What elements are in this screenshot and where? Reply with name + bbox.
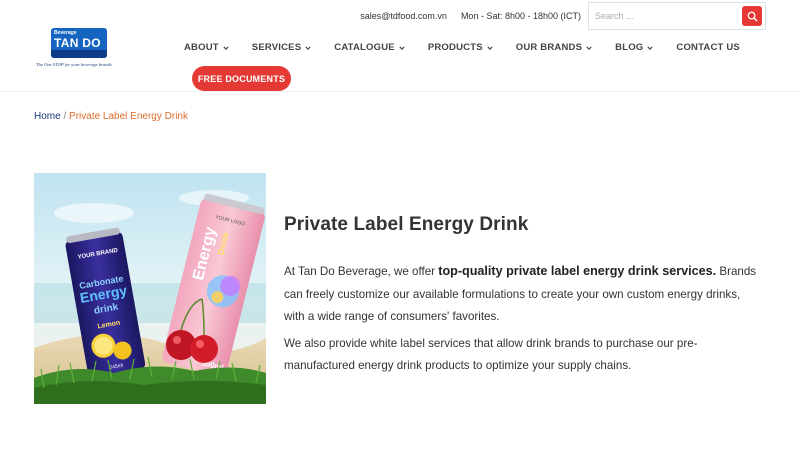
nav-item-about[interactable]: ABOUT [184, 42, 229, 53]
nav-label: ABOUT [184, 42, 219, 53]
nav-item-our-brands[interactable]: OUR BRANDS [516, 42, 592, 53]
nav-label: SERVICES [251, 42, 302, 53]
intro-highlight: top-quality private label energy drink s… [438, 264, 717, 278]
nav-item-contact-us[interactable]: CONTACT US [676, 42, 740, 53]
product-illustration: YOUR BRAND Carbonate Energy drink Lemon … [34, 173, 266, 404]
nav-label: CATALOGUE [334, 42, 395, 53]
nav-label: PRODUCTS [427, 42, 483, 53]
nav-label: OUR BRANDS [515, 42, 583, 53]
nav-label: CONTACT US [676, 42, 740, 53]
search-box [588, 2, 766, 30]
main-nav: ABOUT SERVICES CATALOGUE PRODUCTS OUR BR… [184, 42, 740, 53]
chevron-down-icon [399, 45, 405, 50]
breadcrumb-separator: / [60, 111, 70, 122]
nav-item-services[interactable]: SERVICES [252, 42, 311, 53]
white-label-paragraph: We also provide white label services tha… [284, 336, 698, 373]
contact-email[interactable]: sales@tdfood.com.vn [360, 11, 447, 21]
chevron-down-icon [487, 45, 493, 50]
free-documents-button[interactable]: FREE DOCUMENTS [192, 66, 291, 91]
intro-text: At Tan Do Beverage, we offer [284, 265, 439, 278]
intro-paragraph: At Tan Do Beverage, we offer top-quality… [284, 260, 764, 329]
search-icon [747, 11, 757, 21]
breadcrumb-home-link[interactable]: Home [34, 111, 61, 122]
chevron-down-icon [586, 45, 592, 50]
top-bar: sales@tdfood.com.vn Mon - Sat: 8h00 - 18… [360, 0, 766, 32]
main-content: Private Label Energy Drink At Tan Do Bev… [284, 210, 764, 378]
nav-item-catalogue[interactable]: CATALOGUE [334, 42, 405, 53]
product-image: YOUR BRAND Carbonate Energy drink Lemon … [34, 173, 266, 404]
logo-tagline: The One STOP for your beverage brands [36, 62, 112, 67]
chevron-down-icon [305, 45, 311, 50]
breadcrumb: Home / Private Label Energy Drink [34, 111, 188, 122]
nav-item-blog[interactable]: BLOG [615, 42, 654, 53]
cherry [190, 335, 218, 363]
search-button[interactable] [742, 6, 762, 26]
page-title: Private Label Energy Drink [284, 214, 529, 235]
chevron-down-icon [647, 45, 654, 50]
nav-item-products[interactable]: PRODUCTS [428, 42, 493, 53]
logo-badge: Beverage TAN DO [51, 28, 107, 58]
site-logo[interactable]: Beverage TAN DO The One STOP for your be… [36, 28, 120, 72]
logo-brand-text: TAN DO [54, 36, 101, 50]
business-hours: Mon - Sat: 8h00 - 18h00 (ICT) [460, 11, 581, 21]
breadcrumb-current: Private Label Energy Drink [69, 111, 188, 122]
chevron-down-icon [223, 45, 229, 50]
logo-wave [51, 50, 107, 58]
search-input[interactable] [595, 11, 735, 21]
nav-label: BLOG [615, 42, 644, 53]
site-header: sales@tdfood.com.vn Mon - Sat: 8h00 - 18… [0, 0, 800, 92]
